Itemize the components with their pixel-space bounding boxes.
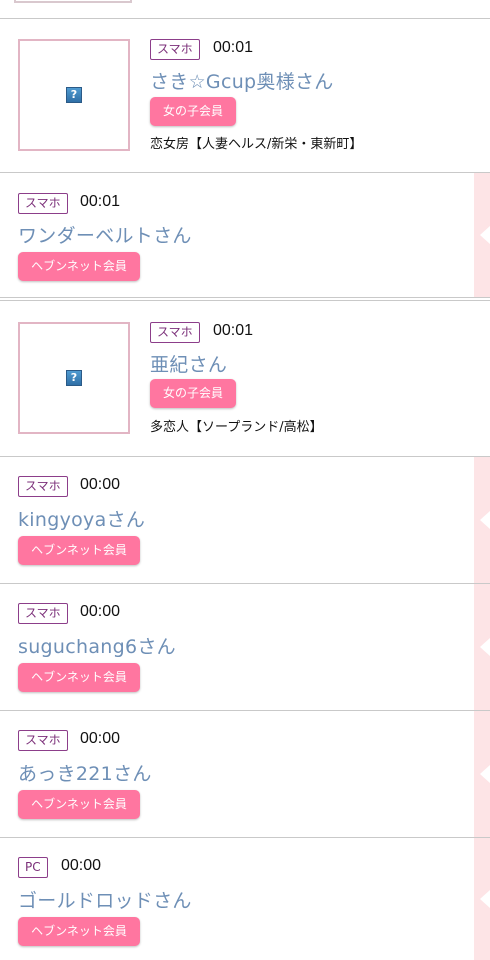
thumbnail[interactable]: ? (18, 39, 130, 151)
device-badge: スマホ (150, 39, 200, 60)
member-type-badge: ヘブンネット会員 (18, 252, 140, 281)
access-time: 00:00 (80, 476, 121, 493)
access-time: 00:01 (213, 322, 254, 339)
list-item[interactable]: スマホ 00:01 ワンダーベルトさん ヘブンネット会員 (0, 172, 490, 297)
member-type-badge: ヘブンネット会員 (18, 790, 140, 819)
user-name-link[interactable]: suguchang6さん (18, 632, 176, 659)
member-type-badge: 女の子会員 (150, 379, 236, 408)
shop-link[interactable]: 恋女房【人妻ヘルス/新栄・東新町】 (150, 133, 362, 152)
access-time: 00:01 (213, 39, 254, 56)
user-name-link[interactable]: あっき221さん (18, 759, 152, 786)
user-name-link[interactable]: さき☆Gcup奥様さん (150, 67, 334, 94)
broken-image-icon: ? (66, 87, 82, 103)
list-item[interactable]: スマホ 00:00 あっき221さん ヘブンネット会員 (0, 710, 490, 837)
device-badge: スマホ (18, 476, 68, 497)
access-time: 00:00 (61, 857, 102, 874)
user-name-link[interactable]: ゴールドロッドさん (18, 886, 192, 913)
device-badge: スマホ (150, 322, 200, 343)
list-item[interactable]: ? スマホ 00:01 さき☆Gcup奥様さん 女の子会員 恋女房【人妻ヘルス/… (0, 18, 490, 172)
broken-image-icon: ? (66, 370, 82, 386)
user-name-link[interactable]: ワンダーベルトさん (18, 221, 192, 248)
list-item[interactable]: スマホ 00:00 kingyoyaさん ヘブンネット会員 (0, 456, 490, 583)
access-time: 00:01 (80, 193, 121, 210)
shop-link[interactable]: 多恋人【ソープランド/高松】 (150, 416, 323, 435)
user-name-link[interactable]: kingyoyaさん (18, 505, 145, 532)
access-time: 00:00 (80, 603, 121, 620)
user-name-link[interactable]: 亜紀さん (150, 350, 227, 377)
device-badge: スマホ (18, 603, 68, 624)
member-type-badge: ヘブンネット会員 (18, 917, 140, 946)
device-badge: スマホ (18, 193, 68, 214)
member-type-badge: ヘブンネット会員 (18, 536, 140, 565)
device-badge: スマホ (18, 730, 68, 751)
previous-entry-thumbnail-edge (14, 0, 132, 3)
list-item[interactable]: スマホ 00:00 suguchang6さん ヘブンネット会員 (0, 583, 490, 710)
list-item[interactable]: PC 00:00 ゴールドロッドさん ヘブンネット会員 (0, 837, 490, 960)
access-time: 00:00 (80, 730, 121, 747)
device-badge: PC (18, 857, 48, 878)
list-item[interactable]: ? スマホ 00:01 亜紀さん 女の子会員 多恋人【ソープランド/高松】 (0, 301, 490, 456)
member-type-badge: 女の子会員 (150, 97, 236, 126)
member-type-badge: ヘブンネット会員 (18, 663, 140, 692)
thumbnail[interactable]: ? (18, 322, 130, 434)
